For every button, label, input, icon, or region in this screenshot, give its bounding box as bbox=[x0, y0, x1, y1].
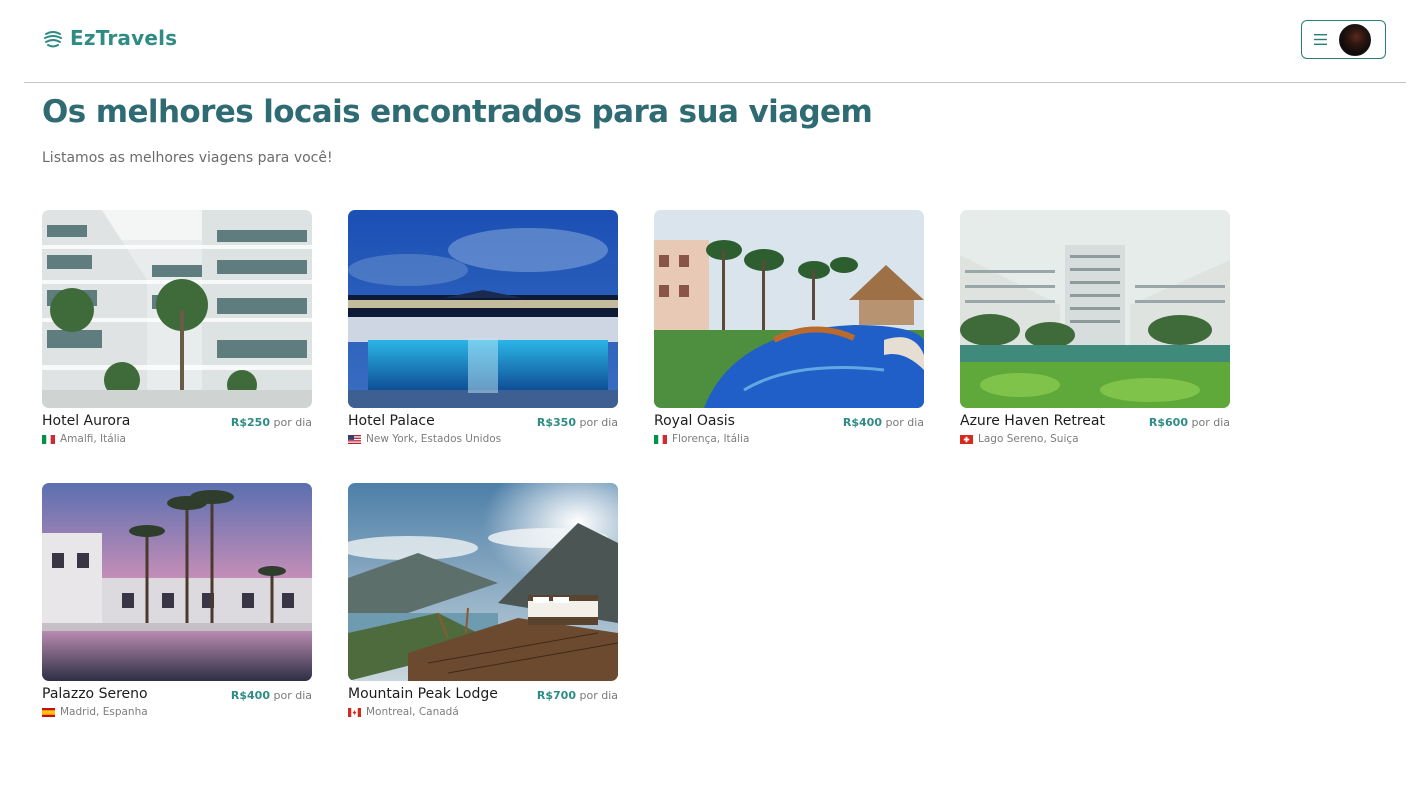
hotel-photo bbox=[42, 210, 312, 408]
italy-flag-icon bbox=[654, 434, 667, 444]
hotel-name: Hotel Aurora bbox=[42, 413, 131, 429]
usa-flag-icon bbox=[348, 434, 361, 444]
hotel-price: R$350 por dia bbox=[536, 416, 618, 429]
user-menu-button[interactable] bbox=[1301, 20, 1386, 59]
hotel-card[interactable]: Azure Haven Retreat R$600 por dia Lago S… bbox=[960, 210, 1230, 450]
hotel-photo bbox=[348, 483, 618, 681]
user-avatar bbox=[1339, 23, 1371, 56]
hotel-card[interactable]: Royal Oasis R$400 por dia Florença, Itál… bbox=[654, 210, 924, 450]
location-text: Lago Sereno, Suiça bbox=[978, 433, 1079, 445]
hotel-name: Azure Haven Retreat bbox=[960, 413, 1105, 429]
hotel-card[interactable]: Hotel Palace R$350 por dia New York, Est… bbox=[348, 210, 618, 450]
hotel-photo bbox=[42, 483, 312, 681]
hotel-price: R$400 por dia bbox=[230, 689, 312, 702]
italy-flag-icon bbox=[42, 434, 55, 444]
hotel-location: Lago Sereno, Suiça bbox=[960, 433, 1079, 445]
switzerland-flag-icon bbox=[960, 434, 973, 444]
location-text: Florença, Itália bbox=[672, 433, 750, 445]
hotel-photo bbox=[348, 210, 618, 408]
hotel-photo bbox=[960, 210, 1230, 408]
hotel-price: R$250 por dia bbox=[230, 416, 312, 429]
hotel-location: Amalfi, Itália bbox=[42, 433, 126, 445]
hotel-name: Royal Oasis bbox=[654, 413, 735, 429]
hotel-name: Mountain Peak Lodge bbox=[348, 686, 498, 702]
hotel-name: Palazzo Sereno bbox=[42, 686, 148, 702]
top-navbar: EzTravels bbox=[0, 0, 1427, 82]
hotel-photo bbox=[654, 210, 924, 408]
spain-flag-icon bbox=[42, 707, 55, 717]
header-divider bbox=[24, 82, 1406, 83]
brand-logo[interactable]: EzTravels bbox=[42, 26, 177, 50]
hotel-card[interactable]: Mountain Peak Lodge R$700 por dia Montre… bbox=[348, 483, 618, 723]
hotel-name: Hotel Palace bbox=[348, 413, 435, 429]
location-text: Madrid, Espanha bbox=[60, 706, 148, 718]
location-text: New York, Estados Unidos bbox=[366, 433, 502, 445]
brand-name: EzTravels bbox=[70, 26, 178, 50]
hotel-location: Madrid, Espanha bbox=[42, 706, 148, 718]
hotel-price: R$400 por dia bbox=[842, 416, 924, 429]
hamburger-icon bbox=[1314, 34, 1327, 45]
hotel-location: New York, Estados Unidos bbox=[348, 433, 501, 445]
dish-stack-icon bbox=[44, 31, 62, 48]
page-subtitle: Listamos as melhores viagens para você! bbox=[42, 150, 333, 166]
hotel-location: Florença, Itália bbox=[654, 433, 749, 445]
hotel-location: Montreal, Canadá bbox=[348, 706, 459, 718]
hotel-card[interactable]: Hotel Aurora R$250 por dia Amalfi, Itáli… bbox=[42, 210, 312, 450]
location-text: Montreal, Canadá bbox=[366, 706, 459, 718]
canada-flag-icon bbox=[348, 707, 361, 717]
hotel-card[interactable]: Palazzo Sereno R$400 por dia Madrid, Esp… bbox=[42, 483, 312, 723]
page-title: Os melhores locais encontrados para sua … bbox=[42, 94, 873, 130]
location-text: Amalfi, Itália bbox=[60, 433, 126, 445]
hotel-price: R$700 por dia bbox=[536, 689, 618, 702]
hotel-price: R$600 por dia bbox=[1148, 416, 1230, 429]
